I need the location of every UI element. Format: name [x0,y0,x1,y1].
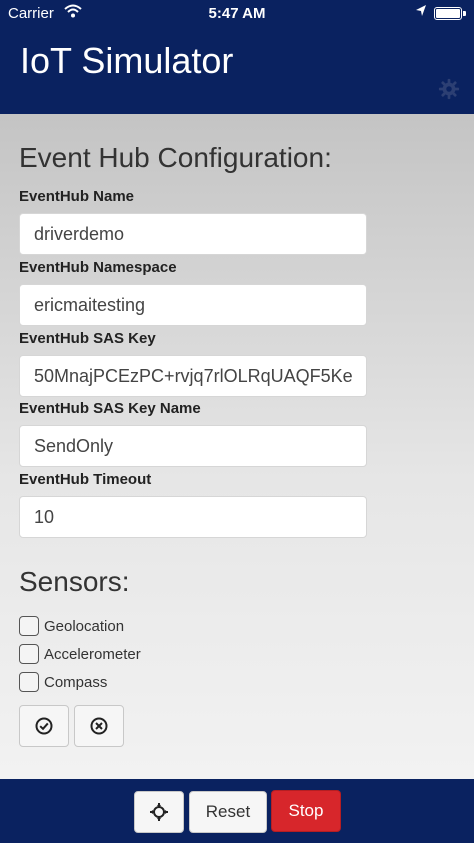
eventhub-sas-key-label: EventHub SAS Key [19,330,156,347]
location-arrow-icon [416,5,426,16]
main-content: Event Hub Configuration: EventHub Name E… [0,114,474,779]
locate-button[interactable] [134,791,184,833]
clock: 5:47 AM [208,5,266,22]
check-circle-icon [35,717,53,735]
stop-button[interactable]: Stop [271,790,341,832]
eventhub-namespace-input[interactable] [19,284,367,326]
eventhub-namespace-label: EventHub Namespace [19,259,177,276]
clear-all-sensors-button[interactable] [74,705,124,747]
geolocation-checkbox[interactable] [19,616,39,636]
eventhub-timeout-input[interactable] [19,496,367,538]
crosshair-icon [150,803,168,821]
eventhub-name-input[interactable] [19,213,367,255]
status-bar: Carrier 5:47 AM [0,0,474,26]
sensor-accelerometer[interactable]: Accelerometer [19,643,141,665]
select-all-sensors-button[interactable] [19,705,69,747]
reset-button[interactable]: Reset [189,791,267,833]
eventhub-sas-key-name-input[interactable] [19,425,367,467]
eventhub-sas-key-name-label: EventHub SAS Key Name [19,400,201,417]
compass-label: Compass [44,673,108,691]
sensor-compass[interactable]: Compass [19,671,107,693]
eventhub-sas-key-input[interactable] [19,355,367,397]
eventhub-timeout-label: EventHub Timeout [19,471,152,488]
sensors-section-title: Sensors: [19,566,130,597]
accelerometer-label: Accelerometer [44,645,141,663]
sensor-geolocation[interactable]: Geolocation [19,615,124,637]
battery-icon [434,7,466,20]
gear-icon[interactable] [438,78,460,100]
accelerometer-checkbox[interactable] [19,644,39,664]
eventhub-name-label: EventHub Name [19,188,135,205]
compass-checkbox[interactable] [19,672,39,692]
nav-bar: IoT Simulator [0,26,474,114]
bottom-toolbar: Reset Stop [0,779,474,843]
app-title: IoT Simulator [20,40,234,81]
x-circle-icon [90,717,108,735]
geolocation-label: Geolocation [44,617,125,635]
event-hub-section-title: Event Hub Configuration: [19,142,332,173]
